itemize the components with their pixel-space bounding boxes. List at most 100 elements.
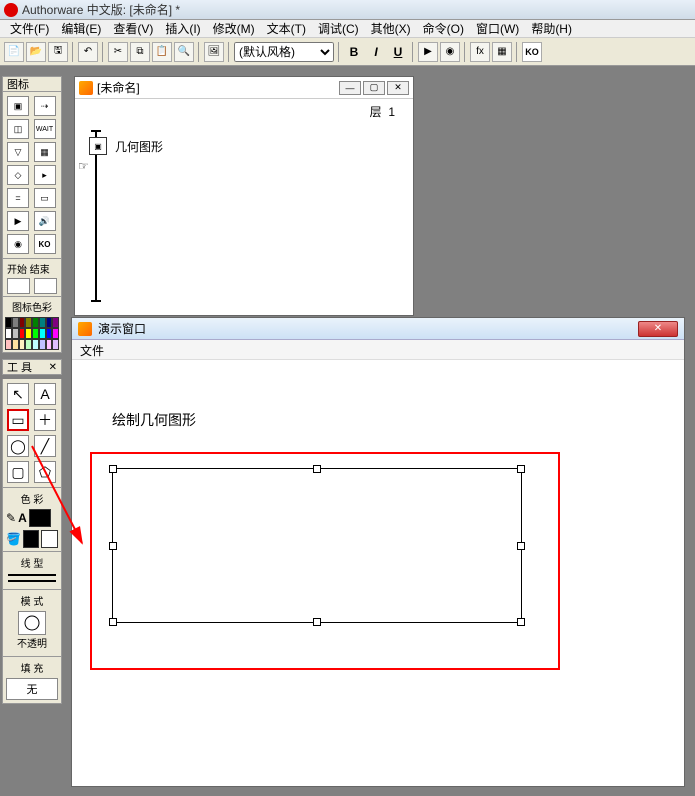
- line-arrow[interactable]: [8, 580, 56, 582]
- color-swatch[interactable]: [25, 328, 32, 339]
- maximize-button[interactable]: ▢: [363, 81, 385, 95]
- resize-handle[interactable]: [517, 618, 525, 626]
- bold-button[interactable]: B: [344, 42, 364, 62]
- color-swatch[interactable]: [19, 317, 26, 328]
- menu-window[interactable]: 窗口(W): [470, 18, 525, 39]
- line-tool[interactable]: ＋: [34, 409, 56, 431]
- flow-node[interactable]: ▣ 几何图形: [89, 137, 163, 155]
- run-button[interactable]: ▶: [418, 42, 438, 62]
- undo-button[interactable]: ↶: [78, 42, 98, 62]
- copy-button[interactable]: ⧉: [130, 42, 150, 62]
- color-swatch[interactable]: [19, 339, 26, 350]
- resize-handle[interactable]: [109, 618, 117, 626]
- color-swatch[interactable]: [46, 317, 53, 328]
- text-tool[interactable]: A: [34, 383, 56, 405]
- menu-text[interactable]: 文本(T): [261, 18, 312, 39]
- var-button[interactable]: ▦: [492, 42, 512, 62]
- resize-handle[interactable]: [313, 618, 321, 626]
- find-button[interactable]: 🔍: [174, 42, 194, 62]
- resize-handle[interactable]: [109, 465, 117, 473]
- end-flag[interactable]: [34, 278, 57, 294]
- color-swatch[interactable]: [52, 328, 59, 339]
- nav-icon[interactable]: ▽: [7, 142, 29, 162]
- flowline-titlebar[interactable]: [未命名] — ▢ ✕: [75, 77, 413, 99]
- menu-modify[interactable]: 修改(M): [207, 18, 261, 39]
- erase-icon[interactable]: ◫: [7, 119, 29, 139]
- display-icon[interactable]: ▣: [7, 96, 29, 116]
- resize-handle[interactable]: [109, 542, 117, 550]
- menu-insert[interactable]: 插入(I): [159, 18, 206, 39]
- resize-handle[interactable]: [517, 465, 525, 473]
- minimize-button[interactable]: —: [339, 81, 361, 95]
- sound-icon[interactable]: 🔊: [34, 211, 56, 231]
- framework-icon[interactable]: ▦: [34, 142, 56, 162]
- menu-edit[interactable]: 编辑(E): [55, 18, 107, 39]
- menu-file[interactable]: 文件(F): [4, 18, 55, 39]
- debug-button[interactable]: ◉: [440, 42, 460, 62]
- line-style[interactable]: [8, 574, 56, 576]
- style-select[interactable]: (默认风格): [234, 42, 334, 62]
- close-icon[interactable]: ✕: [49, 362, 57, 373]
- color-swatch[interactable]: [39, 317, 46, 328]
- pointer-tool[interactable]: ↖: [7, 383, 29, 405]
- underline-button[interactable]: U: [388, 42, 408, 62]
- menu-view[interactable]: 查看(V): [107, 18, 159, 39]
- calc-icon[interactable]: =: [7, 188, 29, 208]
- presentation-canvas[interactable]: 绘制几何图形: [72, 360, 684, 786]
- rectangle-tool[interactable]: ▭: [7, 409, 29, 431]
- new-button[interactable]: 📄: [4, 42, 24, 62]
- resize-handle[interactable]: [313, 465, 321, 473]
- save-button[interactable]: 🖫: [48, 42, 68, 62]
- menu-command[interactable]: 命令(O): [417, 18, 470, 39]
- color-swatch[interactable]: [5, 339, 12, 350]
- color-swatch[interactable]: [12, 328, 19, 339]
- presentation-titlebar[interactable]: 演示窗口 ✕: [72, 318, 684, 340]
- color-swatch[interactable]: [32, 317, 39, 328]
- drawn-rectangle[interactable]: [112, 468, 522, 623]
- color-swatch[interactable]: [19, 328, 26, 339]
- image-button[interactable]: 🖼: [204, 42, 224, 62]
- wait-icon[interactable]: WAIT: [34, 119, 56, 139]
- fill-swatch[interactable]: 无: [6, 678, 58, 700]
- ko-button[interactable]: KO: [522, 42, 542, 62]
- fill-bg[interactable]: [41, 530, 58, 548]
- menu-help[interactable]: 帮助(H): [525, 18, 578, 39]
- presentation-close-button[interactable]: ✕: [638, 321, 678, 337]
- interaction-icon[interactable]: ▸: [34, 165, 56, 185]
- cut-button[interactable]: ✂: [108, 42, 128, 62]
- color-swatch[interactable]: [52, 339, 59, 350]
- color-swatch[interactable]: [46, 328, 53, 339]
- foreground-color[interactable]: [29, 509, 51, 527]
- color-swatch[interactable]: [52, 317, 59, 328]
- decision-icon[interactable]: ◇: [7, 165, 29, 185]
- ellipse-tool[interactable]: ◯: [7, 435, 29, 457]
- dvd-icon[interactable]: ◉: [7, 234, 29, 254]
- color-swatch[interactable]: [12, 317, 19, 328]
- color-swatch[interactable]: [46, 339, 53, 350]
- color-swatch[interactable]: [39, 328, 46, 339]
- color-swatch[interactable]: [25, 339, 32, 350]
- presentation-menu-file[interactable]: 文件: [80, 344, 104, 358]
- menu-debug[interactable]: 调试(C): [312, 18, 365, 39]
- color-swatch[interactable]: [5, 317, 12, 328]
- color-swatch[interactable]: [32, 328, 39, 339]
- polygon-tool[interactable]: ⬠: [34, 461, 56, 483]
- open-button[interactable]: 📂: [26, 42, 46, 62]
- fill-fg[interactable]: [23, 530, 40, 548]
- color-swatch[interactable]: [32, 339, 39, 350]
- color-swatch[interactable]: [39, 339, 46, 350]
- color-swatch[interactable]: [25, 317, 32, 328]
- color-swatch[interactable]: [12, 339, 19, 350]
- italic-button[interactable]: I: [366, 42, 386, 62]
- diagonal-tool[interactable]: ╱: [34, 435, 56, 457]
- ko-icon[interactable]: KO: [34, 234, 56, 254]
- menu-other[interactable]: 其他(X): [365, 18, 417, 39]
- map-icon[interactable]: ▭: [34, 188, 56, 208]
- resize-handle[interactable]: [517, 542, 525, 550]
- start-flag[interactable]: [7, 278, 30, 294]
- paste-button[interactable]: 📋: [152, 42, 172, 62]
- mode-preview[interactable]: [18, 611, 46, 635]
- movie-icon[interactable]: ▶: [7, 211, 29, 231]
- flowline-body[interactable]: 层 1 ▣ 几何图形 ☞: [75, 99, 413, 315]
- func-button[interactable]: fx: [470, 42, 490, 62]
